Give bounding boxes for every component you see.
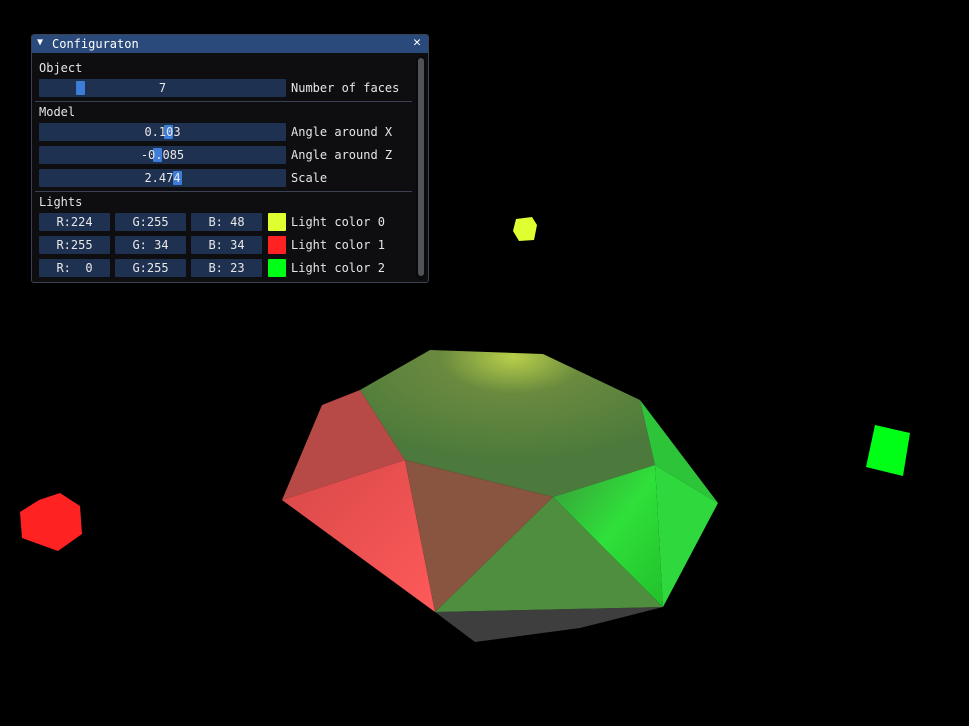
- angle-x-slider[interactable]: 0.103: [39, 123, 286, 141]
- window-title: Configuraton: [52, 37, 139, 51]
- light-1-label: Light color 1: [291, 238, 385, 252]
- light-0-marker: [513, 217, 537, 241]
- vertical-scrollbar[interactable]: [416, 56, 426, 280]
- separator: [35, 101, 412, 102]
- light-0-color-swatch[interactable]: [268, 213, 286, 231]
- light-2-label: Light color 2: [291, 261, 385, 275]
- light-2-g-input[interactable]: G:255: [115, 259, 186, 277]
- light-2-marker: [866, 425, 910, 476]
- angle-x-label: Angle around X: [291, 125, 393, 139]
- angle-x-value: 0.103: [144, 125, 181, 139]
- scale-slider[interactable]: 2.474: [39, 169, 286, 187]
- light-1-marker: [20, 493, 82, 551]
- light-1-color-swatch[interactable]: [268, 236, 286, 254]
- angle-z-slider[interactable]: -0.085: [39, 146, 286, 164]
- light-0-r-input[interactable]: R:224: [39, 213, 110, 231]
- light-1-b-input[interactable]: B: 34: [191, 236, 262, 254]
- faces-value: 7: [158, 81, 167, 95]
- triangle-down-icon[interactable]: ▼: [37, 37, 43, 48]
- faces-label: Number of faces: [291, 81, 400, 95]
- light-2-b-input[interactable]: B: 23: [191, 259, 262, 277]
- window-titlebar[interactable]: ▼ Configuraton ✕: [32, 35, 428, 53]
- lights-header: Lights: [39, 195, 83, 209]
- faces-slider[interactable]: 7: [39, 79, 286, 97]
- light-1-r-input[interactable]: R:255: [39, 236, 110, 254]
- scale-value: 2.474: [144, 171, 181, 185]
- angle-z-label: Angle around Z: [291, 148, 393, 162]
- light-0-b-input[interactable]: B: 48: [191, 213, 262, 231]
- close-icon[interactable]: ✕: [410, 36, 424, 50]
- angle-z-value: -0.085: [140, 148, 185, 162]
- light-0-g-input[interactable]: G:255: [115, 213, 186, 231]
- scrollbar-grab[interactable]: [418, 58, 424, 276]
- object-header: Object: [39, 61, 83, 75]
- scale-label: Scale: [291, 171, 328, 185]
- polyhedron-object: [282, 350, 718, 642]
- separator: [35, 191, 412, 192]
- light-1-g-input[interactable]: G: 34: [115, 236, 186, 254]
- model-header: Model: [39, 105, 76, 119]
- light-2-r-input[interactable]: R: 0: [39, 259, 110, 277]
- light-2-color-swatch[interactable]: [268, 259, 286, 277]
- light-0-label: Light color 0: [291, 215, 385, 229]
- configuration-window[interactable]: ▼ Configuraton ✕ Object 7 Number of face…: [31, 34, 429, 283]
